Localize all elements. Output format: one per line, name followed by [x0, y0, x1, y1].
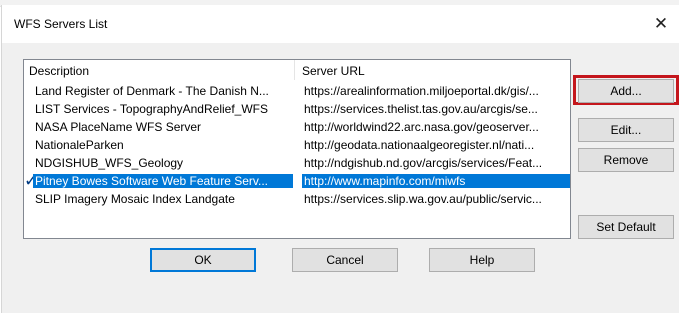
row-url: https://services.slip.wa.gov.au/public/s…: [304, 192, 542, 206]
row-url: https://arealinformation.miljoeportal.dk…: [304, 84, 539, 98]
table-row[interactable]: Land Register of Denmark - The Danish N.…: [24, 83, 570, 100]
row-description: SLIP Imagery Mosaic Index Landgate: [35, 192, 235, 206]
cancel-button[interactable]: Cancel: [292, 248, 398, 272]
table-row[interactable]: NationaleParken http://geodata.nationaal…: [24, 137, 570, 154]
row-url: http://ndgishub.nd.gov/arcgis/services/F…: [304, 156, 543, 170]
row-url: http://worldwind22.arc.nasa.gov/geoserve…: [304, 120, 539, 134]
row-description: NASA PlaceName WFS Server: [35, 120, 202, 134]
row-description: LIST Services - TopographyAndRelief_WFS: [35, 102, 268, 116]
row-url: http://www.mapinfo.com/miwfs: [302, 174, 570, 188]
server-list[interactable]: Description Server URL Land Register of …: [23, 59, 571, 239]
edit-button[interactable]: Edit...: [578, 118, 674, 142]
list-header: Description Server URL: [24, 60, 570, 80]
row-description: Land Register of Denmark - The Danish N.…: [35, 84, 269, 98]
column-header-description[interactable]: Description: [29, 64, 89, 78]
help-button[interactable]: Help: [429, 248, 535, 272]
add-button[interactable]: Add...: [578, 79, 674, 103]
title-bar: WFS Servers List ✕: [2, 5, 679, 43]
row-description: NDGISHUB_WFS_Geology: [35, 156, 184, 170]
close-icon[interactable]: ✕: [648, 13, 674, 35]
row-description: Pitney Bowes Software Web Feature Serv..…: [33, 174, 293, 188]
row-url: http://geodata.nationaalgeoregister.nl/n…: [304, 138, 535, 152]
table-row[interactable]: NASA PlaceName WFS Server http://worldwi…: [24, 119, 570, 136]
table-row[interactable]: NDGISHUB_WFS_Geology http://ndgishub.nd.…: [24, 155, 570, 172]
row-url: https://services.thelist.tas.gov.au/arcg…: [304, 102, 538, 116]
column-separator[interactable]: [294, 60, 295, 80]
window-title: WFS Servers List: [14, 17, 108, 31]
set-default-button[interactable]: Set Default: [578, 215, 674, 239]
table-row[interactable]: LIST Services - TopographyAndRelief_WFS …: [24, 101, 570, 118]
remove-button[interactable]: Remove: [578, 148, 674, 172]
wfs-servers-dialog: WFS Servers List ✕ Description Server UR…: [1, 5, 679, 313]
column-header-server-url[interactable]: Server URL: [302, 64, 365, 78]
table-row-selected[interactable]: ✓ Pitney Bowes Software Web Feature Serv…: [24, 171, 570, 190]
ok-button[interactable]: OK: [150, 248, 256, 272]
table-row[interactable]: SLIP Imagery Mosaic Index Landgate https…: [24, 191, 570, 208]
row-description: NationaleParken: [35, 138, 124, 152]
